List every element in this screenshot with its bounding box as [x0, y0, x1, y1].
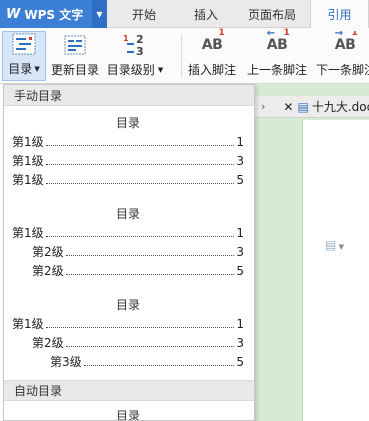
tab-insert[interactable]: 插入 [178, 0, 234, 28]
tab-references[interactable]: 引用 [310, 0, 369, 29]
ribbon-separator [181, 34, 182, 78]
prev-footnote-icon: ← AB 1 [266, 28, 290, 53]
document-tab-bar: › ✕ ▤ 十九大.doc [255, 96, 369, 118]
tab-home[interactable]: 开始 [110, 0, 178, 28]
toc-line: 第1级 5 [12, 173, 244, 187]
toc-level-button[interactable]: 1 2 3 目录级别 ▼ [104, 31, 166, 81]
prev-footnote-label: 上一条脚注 [246, 63, 307, 77]
tab-page-layout[interactable]: 页面布局 [234, 0, 310, 28]
insert-footnote-icon: AB 1 [201, 28, 225, 53]
toc-title: 目录 [115, 409, 140, 421]
toc-title: 目录 [115, 207, 140, 221]
document-tab[interactable]: 十九大.doc [312, 98, 369, 115]
app-name: WPS 文字 [24, 7, 84, 22]
chevron-down-icon: ▼ [34, 64, 40, 73]
svg-text:3: 3 [136, 45, 144, 57]
toc-line: 第1级 1 [12, 317, 244, 331]
app-menu-button[interactable]: W WPS 文字 [0, 0, 92, 28]
insert-footnote-label: 插入脚注 [187, 63, 236, 77]
next-footnote-button[interactable]: →AB1 下一条脚注 [312, 31, 369, 81]
toc-line: 第3级 5 [50, 355, 244, 369]
auto-toc-option[interactable]: 目录 [4, 401, 254, 421]
toc-line: 第2级 3 [32, 336, 244, 350]
toc-line: 第2级 5 [32, 264, 244, 278]
next-footnote-icon: → AB 1 [334, 31, 358, 53]
prev-footnote-button[interactable]: ← AB 1 上一条脚注 [244, 28, 310, 81]
document-page[interactable] [302, 120, 369, 421]
update-toc-label: 更新目录 [50, 63, 99, 77]
toc-level-icon: 1 2 3 [120, 33, 150, 57]
chevron-down-icon: ▼ [157, 65, 164, 74]
update-toc-button[interactable]: 更新目录 [49, 31, 101, 81]
toc-style-option-2[interactable]: 目录 第1级 1 第2级 3 第2级 5 [4, 190, 254, 281]
next-footnote-label: 下一条脚注 [316, 63, 369, 77]
paste-options-icon[interactable]: ▤ ▼ [325, 238, 344, 252]
toc-line: 第1级 1 [12, 135, 244, 149]
toc-style-option-1[interactable]: 目录 第1级 1 第1级 3 第1级 5 [4, 106, 254, 190]
toc-button-label: 目录 [8, 62, 33, 76]
manual-toc-section-header: 手动目录 [4, 85, 254, 106]
toc-level-label: 目录级别 [106, 63, 155, 77]
update-toc-icon [60, 33, 90, 57]
toc-icon [9, 32, 39, 56]
tab-scroll-icon[interactable]: › [261, 100, 265, 113]
wps-logo-icon: W [6, 6, 21, 22]
toc-title: 目录 [115, 298, 140, 312]
chevron-down-icon[interactable]: ▼ [92, 0, 107, 28]
document-icon: ▤ [297, 99, 309, 114]
insert-footnote-button[interactable]: AB 1 插入脚注 [184, 28, 240, 81]
ribbon-toolbar: 目录 ▼ 更新目录 1 2 3 目录级别 ▼ AB 1 插入脚注 ← AB 1 … [0, 28, 369, 84]
toc-line: 第2级 3 [32, 245, 244, 259]
auto-toc-section-header: 自动目录 [4, 380, 254, 401]
toc-button[interactable]: 目录 ▼ [2, 31, 46, 81]
toc-dropdown-panel: 手动目录 目录 第1级 1 第1级 3 第1级 5 目录 第1级 1 第2级 3 第2级 5… [3, 84, 255, 421]
toc-title: 目录 [115, 116, 140, 130]
close-icon[interactable]: ✕ [283, 100, 293, 114]
toc-line: 第1级 3 [12, 154, 244, 168]
svg-text:1: 1 [123, 34, 129, 43]
title-tab-bar: W WPS 文字 ▼ 开始 插入 页面布局 引用 [0, 0, 369, 29]
toc-style-option-3[interactable]: 目录 第1级 1 第2级 3 第3级 5 [4, 281, 254, 372]
toc-line: 第1级 1 [12, 226, 244, 240]
